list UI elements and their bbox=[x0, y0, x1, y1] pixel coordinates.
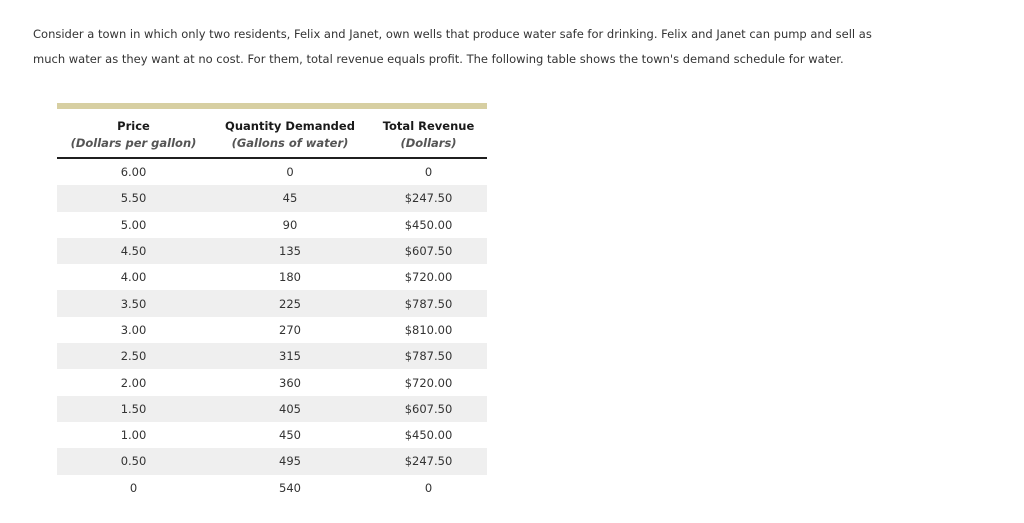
revenue-cell: $720.00 bbox=[404, 375, 453, 390]
revenue-cell: $450.00 bbox=[404, 217, 453, 232]
price-cell: 5.50 bbox=[120, 191, 147, 206]
price-cell: 4.00 bbox=[120, 270, 147, 285]
revenue-cell: $247.50 bbox=[404, 454, 453, 469]
table-row: 0 540 0 bbox=[57, 475, 487, 501]
table-row: 4.50 135 $607.50 bbox=[57, 237, 487, 265]
revenue-cell: $787.50 bbox=[404, 296, 453, 311]
price-cell: 1.00 bbox=[120, 428, 147, 443]
price-cell: 3.50 bbox=[120, 296, 147, 311]
table-row: 2.50 315 $787.50 bbox=[57, 343, 487, 370]
table-row: 1.50 405 $607.50 bbox=[57, 395, 487, 422]
table-row: 4.00 180 $720.00 bbox=[57, 264, 487, 290]
revenue-cell: 0 bbox=[424, 165, 433, 180]
column-unit-revenue: (Dollars) bbox=[370, 136, 487, 159]
table-row: 5.00 90 $450.00 bbox=[57, 212, 487, 238]
quantity-cell: 90 bbox=[282, 217, 298, 232]
table-header: Price Quantity Demanded Total Revenue (D… bbox=[57, 106, 487, 159]
quantity-cell: 540 bbox=[279, 480, 301, 495]
revenue-cell: $787.50 bbox=[404, 349, 453, 364]
quantity-cell: 495 bbox=[279, 454, 301, 469]
quantity-cell: 45 bbox=[282, 191, 298, 206]
revenue-cell: $247.50 bbox=[404, 191, 453, 206]
revenue-cell: $607.50 bbox=[404, 244, 453, 259]
price-cell: 0 bbox=[129, 480, 138, 495]
demand-table-body: 6.00 0 0 5.50 45 $247.50 5.00 90 $450.00… bbox=[57, 158, 487, 501]
revenue-cell: $810.00 bbox=[404, 322, 453, 337]
table-row: 5.50 45 $247.50 bbox=[57, 185, 487, 212]
table-row: 0.50 495 $247.50 bbox=[57, 448, 487, 475]
price-cell: 1.50 bbox=[120, 401, 147, 416]
quantity-cell: 315 bbox=[279, 349, 301, 364]
table-row: 6.00 0 0 bbox=[57, 158, 487, 185]
revenue-cell: $450.00 bbox=[404, 428, 453, 443]
quantity-cell: 450 bbox=[279, 428, 301, 443]
column-header-revenue: Total Revenue bbox=[382, 119, 475, 133]
price-cell: 4.50 bbox=[120, 244, 147, 259]
problem-page: Consider a town in which only two reside… bbox=[0, 22, 1024, 501]
table-row: 1.00 450 $450.00 bbox=[57, 422, 487, 448]
quantity-cell: 135 bbox=[279, 244, 301, 259]
demand-schedule-table: Price Quantity Demanded Total Revenue (D… bbox=[57, 103, 487, 501]
quantity-cell: 225 bbox=[279, 296, 301, 311]
revenue-cell: $607.50 bbox=[404, 401, 453, 416]
price-cell: 2.00 bbox=[120, 375, 147, 390]
quantity-cell: 405 bbox=[279, 401, 301, 416]
problem-statement-line-2: much water as they want at no cost. For … bbox=[33, 52, 844, 66]
revenue-cell: 0 bbox=[424, 480, 433, 495]
price-cell: 3.00 bbox=[120, 322, 147, 337]
quantity-cell: 270 bbox=[279, 322, 301, 337]
quantity-cell: 360 bbox=[279, 375, 301, 390]
problem-statement: Consider a town in which only two reside… bbox=[33, 22, 1024, 72]
column-header-quantity: Quantity Demanded bbox=[225, 119, 355, 133]
column-header-price: Price bbox=[117, 119, 150, 133]
column-unit-price: (Dollars per gallon) bbox=[57, 136, 210, 159]
problem-statement-line-1: Consider a town in which only two reside… bbox=[33, 27, 872, 41]
price-cell: 5.00 bbox=[120, 217, 147, 232]
header-label-row: Price Quantity Demanded Total Revenue bbox=[57, 106, 487, 136]
price-cell: 2.50 bbox=[120, 349, 147, 364]
column-unit-quantity: (Gallons of water) bbox=[210, 136, 370, 159]
price-cell: 0.50 bbox=[120, 454, 147, 469]
header-unit-row: (Dollars per gallon) (Gallons of water) … bbox=[57, 136, 487, 159]
quantity-cell: 0 bbox=[286, 165, 294, 180]
table-row: 2.00 360 $720.00 bbox=[57, 369, 487, 395]
table-row: 3.00 270 $810.00 bbox=[57, 317, 487, 343]
revenue-cell: $720.00 bbox=[404, 270, 453, 285]
table-row: 3.50 225 $787.50 bbox=[57, 290, 487, 317]
quantity-cell: 180 bbox=[279, 270, 301, 285]
price-cell: 6.00 bbox=[120, 165, 147, 180]
